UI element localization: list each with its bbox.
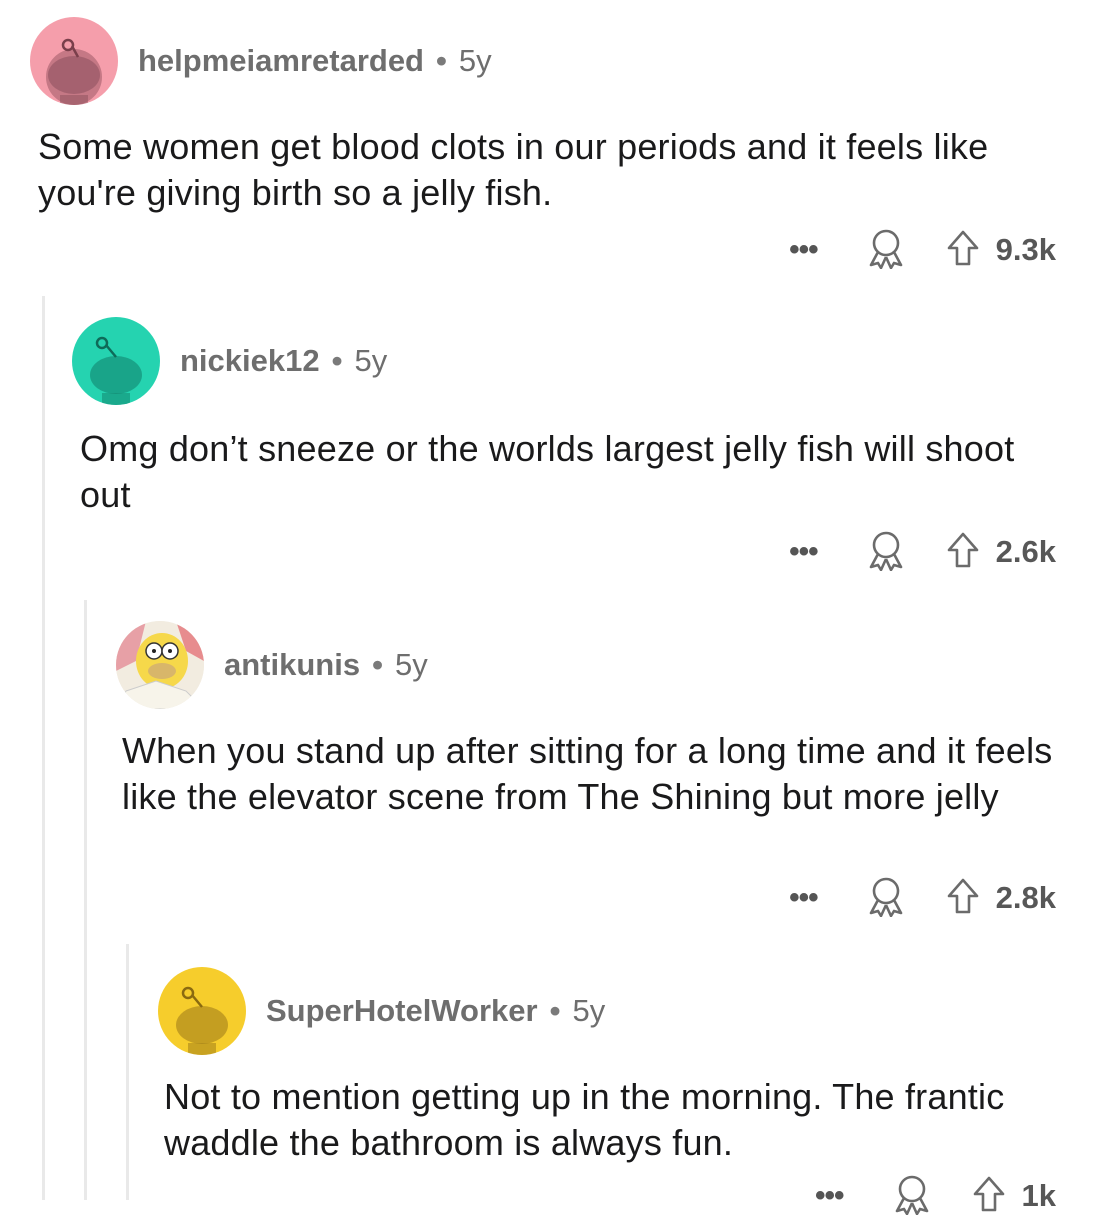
snoo-avatar-icon[interactable]	[30, 17, 118, 105]
comment-body: Not to mention getting up in the morning…	[164, 1076, 1005, 1163]
snoo-avatar-icon[interactable]	[72, 317, 160, 405]
comment-actions: ••• 9.3k	[789, 229, 1056, 272]
comment-username[interactable]: helpmeiamretarded	[138, 43, 424, 79]
thread-line-level-3[interactable]	[126, 944, 129, 1200]
comment-username[interactable]: SuperHotelWorker	[266, 993, 538, 1029]
comment-header: antikunis • 5y	[116, 620, 428, 710]
upvote-score: 1k	[1021, 1178, 1056, 1213]
comment-age[interactable]: 5y	[354, 343, 387, 379]
comment-age[interactable]: 5y	[459, 43, 492, 79]
comment-body: Omg don’t sneeze or the worlds largest j…	[80, 428, 1015, 515]
more-options-icon[interactable]: •••	[789, 537, 818, 567]
comment-header: nickiek12 • 5y	[72, 316, 387, 406]
snoo-avatar-icon[interactable]	[158, 967, 246, 1055]
award-icon[interactable]	[892, 1173, 932, 1220]
comment-actions: ••• 2.6k	[789, 531, 1056, 574]
upvote-score: 2.8k	[995, 880, 1056, 915]
more-options-icon[interactable]: •••	[789, 883, 818, 913]
upvote-icon[interactable]	[946, 877, 980, 920]
meta-separator: •	[436, 43, 447, 78]
upvote-icon[interactable]	[972, 1175, 1006, 1218]
meta-separator: •	[549, 993, 561, 1028]
upvote-score: 9.3k	[995, 232, 1056, 267]
meta-separator: •	[331, 343, 343, 378]
comment-username[interactable]: nickiek12	[180, 343, 320, 379]
comment-username[interactable]: antikunis	[224, 647, 360, 683]
thread-line-level-1[interactable]	[42, 296, 45, 1200]
more-options-icon[interactable]: •••	[789, 235, 818, 265]
award-icon[interactable]	[866, 875, 906, 922]
comment-age[interactable]: 5y	[395, 647, 428, 683]
more-options-icon[interactable]: •••	[815, 1181, 844, 1211]
award-icon[interactable]	[866, 529, 906, 576]
comment-header: helpmeiamretarded • 5y	[30, 16, 492, 106]
cartoon-character-avatar[interactable]	[116, 621, 204, 709]
meta-separator: •	[372, 647, 383, 682]
upvote-score: 2.6k	[995, 534, 1056, 569]
award-icon[interactable]	[866, 227, 906, 274]
comment-body: When you stand up after sitting for a lo…	[122, 730, 1053, 817]
thread-line-level-2[interactable]	[84, 600, 87, 1200]
comment-actions: ••• 2.8k	[789, 877, 1056, 920]
upvote-icon[interactable]	[946, 531, 980, 574]
comment-age[interactable]: 5y	[572, 993, 605, 1029]
upvote-icon[interactable]	[946, 229, 980, 272]
comment-actions: ••• 1k	[815, 1175, 1056, 1218]
comment-header: SuperHotelWorker • 5y	[158, 966, 605, 1056]
comment-body: Some women get blood clots in our period…	[38, 126, 989, 213]
